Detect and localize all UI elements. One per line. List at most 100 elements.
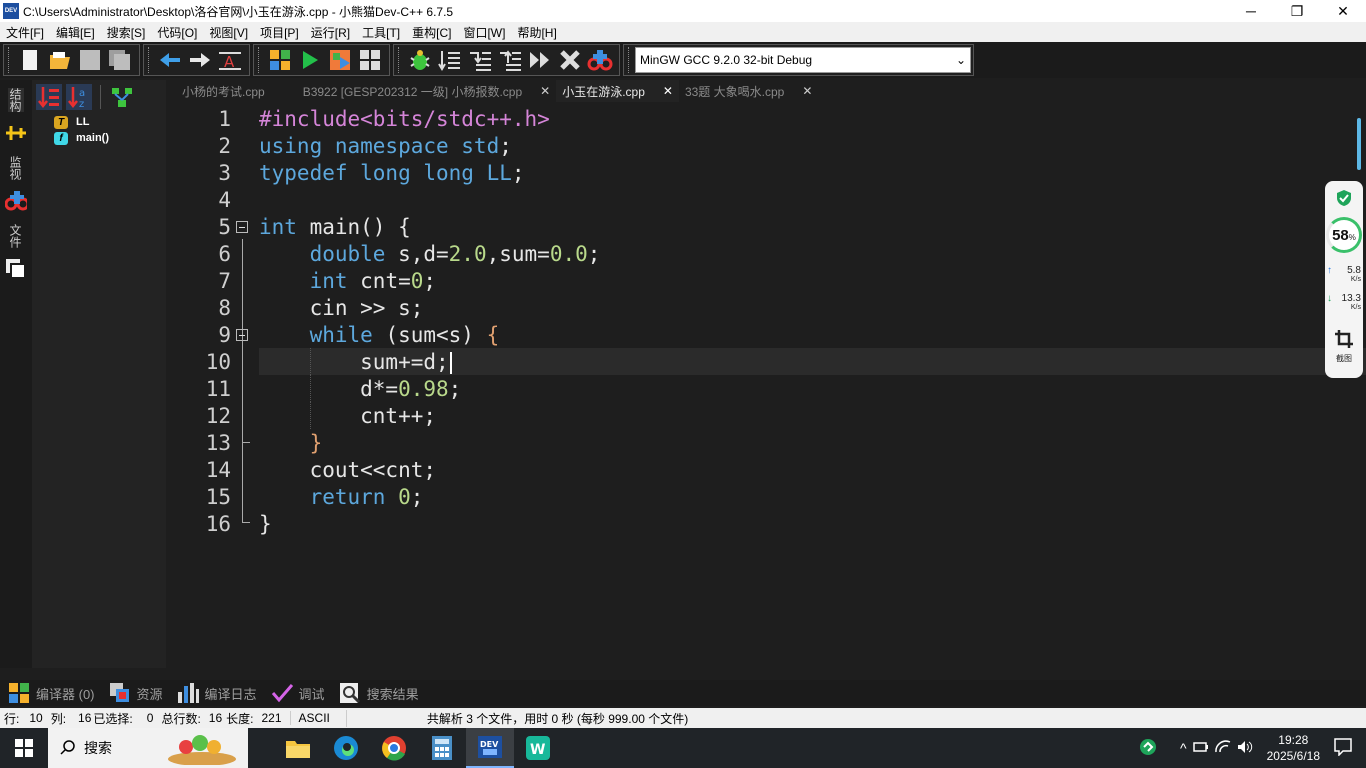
step-out-icon[interactable] (497, 47, 523, 73)
toolbar-grip[interactable] (628, 47, 631, 73)
cpu-gauge: 58% (1326, 217, 1362, 253)
menu-tools[interactable]: 工具[T] (358, 24, 404, 41)
code-line: 10 sum+=d; (176, 348, 1366, 375)
app-w-icon[interactable]: W (514, 728, 562, 768)
tree-item-label: main() (76, 132, 109, 144)
toolbar-grip[interactable] (258, 47, 261, 73)
editor-scrollbar[interactable] (1357, 118, 1361, 170)
start-windows-icon[interactable] (0, 728, 48, 768)
menu-file[interactable]: 文件[F] (2, 24, 48, 41)
menu-edit[interactable]: 编辑[E] (52, 24, 99, 41)
new-file-icon[interactable] (17, 47, 43, 73)
wifi-icon[interactable] (1214, 739, 1231, 757)
add-plus-icon[interactable] (5, 122, 27, 144)
line-number: 9 (218, 322, 231, 347)
tree-item-typedef[interactable]: T LL (54, 115, 166, 129)
clock-date: 2025/6/18 (1266, 749, 1320, 763)
tree-item-function[interactable]: f main() (54, 131, 166, 145)
menu-view[interactable]: 视图[V] (205, 24, 252, 41)
close-tab-icon[interactable]: ✕ (802, 84, 812, 98)
tab-xiaoyang-exam[interactable]: 小杨的考试.cpp (176, 80, 271, 102)
save-all-icon[interactable] (107, 47, 133, 73)
undo-icon[interactable] (157, 47, 183, 73)
tab-structure[interactable]: 结构 (8, 88, 24, 112)
save-icon[interactable] (77, 47, 103, 73)
chrome-browser-icon[interactable] (370, 728, 418, 768)
close-tab-icon[interactable]: ✕ (663, 84, 673, 98)
tab-xiaoyu-swimming[interactable]: 小玉在游泳.cpp ✕ (556, 80, 679, 102)
code-text: d*=0.98; (259, 376, 462, 401)
tab-elephant-water[interactable]: 33题 大象喝水.cpp ✕ (679, 80, 818, 102)
tab-search-results[interactable]: 搜索结果 (339, 683, 419, 704)
sort-alpha-icon[interactable]: az (66, 84, 92, 110)
sort-by-type-icon[interactable] (36, 84, 62, 110)
network-speed-widget[interactable]: 58% ↑ 5.8 K/s ↓ 13.3 K/s 截图 (1325, 181, 1363, 378)
redo-icon[interactable] (187, 47, 213, 73)
taskbar-clock[interactable]: 19:28 2025/6/18 (1267, 732, 1320, 764)
chevron-up-icon[interactable]: ^ (1180, 740, 1187, 756)
fold-toggle-icon[interactable] (236, 221, 248, 233)
menu-code[interactable]: 代码[O] (153, 24, 201, 41)
file-explorer-icon[interactable] (274, 728, 322, 768)
run-icon[interactable] (297, 47, 323, 73)
edge-browser-icon[interactable] (322, 728, 370, 768)
status-bar: 行: 10 列: 16 已选择: 0 总行数: 16 长度: 221 ASCII… (0, 708, 1366, 728)
tab-resources[interactable]: 资源 (109, 683, 163, 703)
add-watch-icon[interactable] (587, 47, 613, 73)
tab-files[interactable]: 文件 (8, 224, 24, 248)
line-number: 11 (205, 376, 231, 401)
toolbar-grip[interactable] (398, 47, 401, 73)
taskbar-search[interactable]: 搜索 (48, 728, 248, 768)
menu-refactor[interactable]: 重构[C] (408, 24, 455, 41)
line-number: 8 (218, 295, 231, 320)
tab-debug[interactable]: 调试 (271, 683, 325, 703)
toolbar-grip[interactable] (148, 47, 151, 73)
screenshot-crop-icon[interactable] (1334, 329, 1354, 352)
code-line: 13 } (176, 429, 1366, 456)
code-editor[interactable]: 1 #include<bits/stdc++.h> 2 using namesp… (176, 102, 1366, 668)
compiler-select[interactable]: MinGW GCC 9.2.0 32-bit Debug ⌄ (635, 47, 971, 73)
green-app-tray-icon[interactable] (1140, 738, 1157, 758)
calculator-icon[interactable] (418, 728, 466, 768)
fold-toggle-icon[interactable] (236, 329, 248, 341)
svg-text:W: W (530, 742, 545, 758)
battery-icon[interactable] (1192, 741, 1209, 756)
compile-icon[interactable] (267, 47, 293, 73)
step-over-icon[interactable] (437, 47, 463, 73)
menu-window[interactable]: 窗口[W] (459, 24, 509, 41)
tab-compiler[interactable]: 编译器 (0) (8, 683, 95, 703)
notifications-icon[interactable] (1334, 737, 1352, 759)
stop-debug-icon[interactable] (557, 47, 583, 73)
tab-b3922[interactable]: B3922 [GESP202312 一级] 小杨报数.cpp ✕ (297, 80, 557, 102)
tab-watch[interactable]: 监视 (8, 156, 24, 180)
watch-icon[interactable] (5, 190, 27, 212)
debug-bug-icon[interactable] (407, 47, 433, 73)
compiler-toolbar-group: MinGW GCC 9.2.0 32-bit Debug ⌄ (623, 44, 974, 76)
line-number: 7 (218, 268, 231, 293)
compile-run-icon[interactable] (327, 47, 353, 73)
code-text: #include<bits/stdc++.h> (259, 106, 550, 131)
close-window-button[interactable]: ✕ (1320, 0, 1366, 22)
minimize-button[interactable]: ─ (1228, 0, 1274, 22)
rebuild-all-icon[interactable] (357, 47, 383, 73)
step-into-icon[interactable] (467, 47, 493, 73)
open-folder-icon[interactable] (47, 47, 73, 73)
maximize-button[interactable]: ❐ (1274, 0, 1320, 22)
show-inherited-icon[interactable] (109, 84, 135, 110)
status-encoding[interactable]: ASCII (289, 711, 330, 725)
close-tab-icon[interactable]: ✕ (540, 84, 550, 98)
menu-project[interactable]: 项目[P] (256, 24, 303, 41)
files-copy-icon[interactable] (5, 258, 27, 280)
volume-icon[interactable] (1237, 740, 1253, 757)
code-text: int main() { (259, 214, 411, 239)
menu-help[interactable]: 帮助[H] (513, 24, 560, 41)
menu-search[interactable]: 搜索[S] (103, 24, 150, 41)
toolbar-grip[interactable] (8, 47, 11, 73)
format-code-icon[interactable]: A (217, 47, 243, 73)
devcpp-taskbar-icon[interactable]: DEV (466, 728, 514, 768)
menu-run[interactable]: 运行[R] (307, 24, 354, 41)
continue-icon[interactable] (527, 47, 553, 73)
code-line: 7 int cnt=0; (176, 267, 1366, 294)
text-caret (449, 351, 452, 374)
tab-compile-log[interactable]: 编译日志 (177, 683, 257, 703)
